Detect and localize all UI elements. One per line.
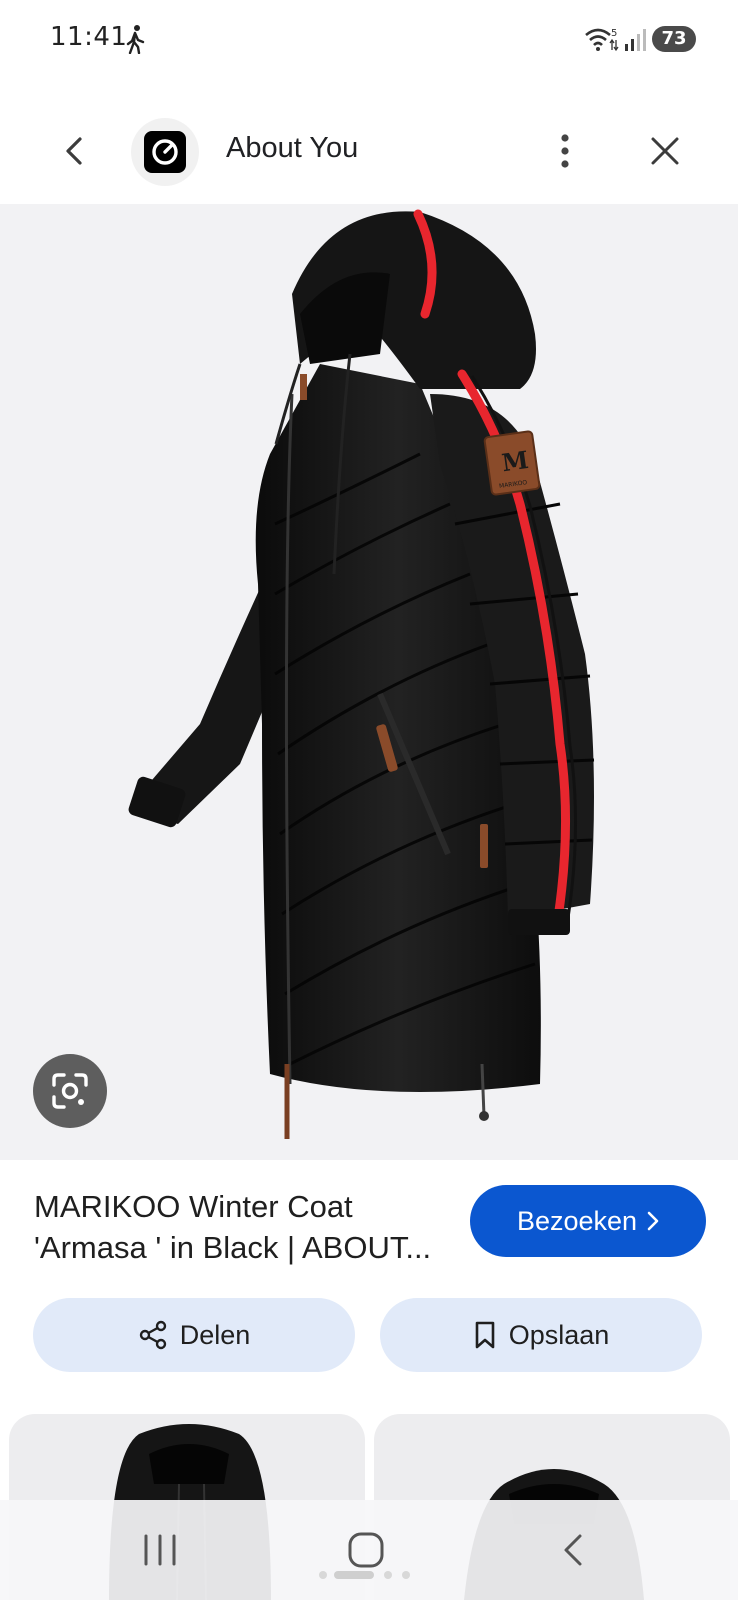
battery-indicator: 73 [652,26,696,52]
about-you-logo-mark [152,139,178,165]
chevron-right-icon [647,1211,659,1231]
visit-button-label: Bezoeken [516,1205,638,1236]
viewer-header: About You [0,100,738,204]
share-button[interactable]: Delen [33,1298,355,1372]
more-vert-icon [561,134,569,168]
wifi-icon: 5 [585,28,619,52]
right-cuff [508,909,570,935]
status-time: 11:41 [50,22,128,52]
svg-text:5: 5 [611,28,617,39]
share-icon [139,1320,166,1350]
visit-button[interactable]: Bezoeken [470,1185,706,1257]
save-button-label: Opslaan [508,1319,610,1350]
chevron-left-icon [66,137,82,165]
bookmark-icon [475,1321,495,1349]
site-name[interactable]: About You [226,132,358,165]
product-image[interactable]: M MARIKOO [0,204,738,1160]
back-button[interactable] [52,126,96,176]
home-icon[interactable] [346,1530,386,1570]
about-you-logo [144,131,186,173]
more-options-button[interactable] [545,126,585,176]
system-navigation-bar [0,1500,738,1600]
close-button[interactable] [642,126,688,176]
google-lens-icon [52,1073,88,1109]
recent-apps-icon[interactable] [138,1530,182,1570]
brand-patch: M MARIKOO [483,430,541,496]
share-button-label: Delen [179,1319,251,1350]
back-nav-icon[interactable] [558,1530,588,1570]
status-bar: 11:41 5 73 [0,0,738,80]
google-lens-button[interactable] [33,1054,107,1128]
product-title-line-1: MARIKOO Winter Coat [34,1189,353,1224]
close-icon [651,137,679,165]
signal-icon [625,29,646,51]
product-title[interactable]: MARIKOO Winter Coat 'Armasa ' in Black |… [34,1186,454,1268]
walking-icon [126,25,145,54]
save-button[interactable]: Opslaan [380,1298,702,1372]
page-indicator [319,1571,410,1579]
product-title-line-2: 'Armasa ' in Black | ABOUT... [34,1230,432,1265]
winter-coat-illustration: M MARIKOO [128,209,595,1139]
site-favicon [131,118,199,186]
svg-text:M: M [500,445,530,477]
